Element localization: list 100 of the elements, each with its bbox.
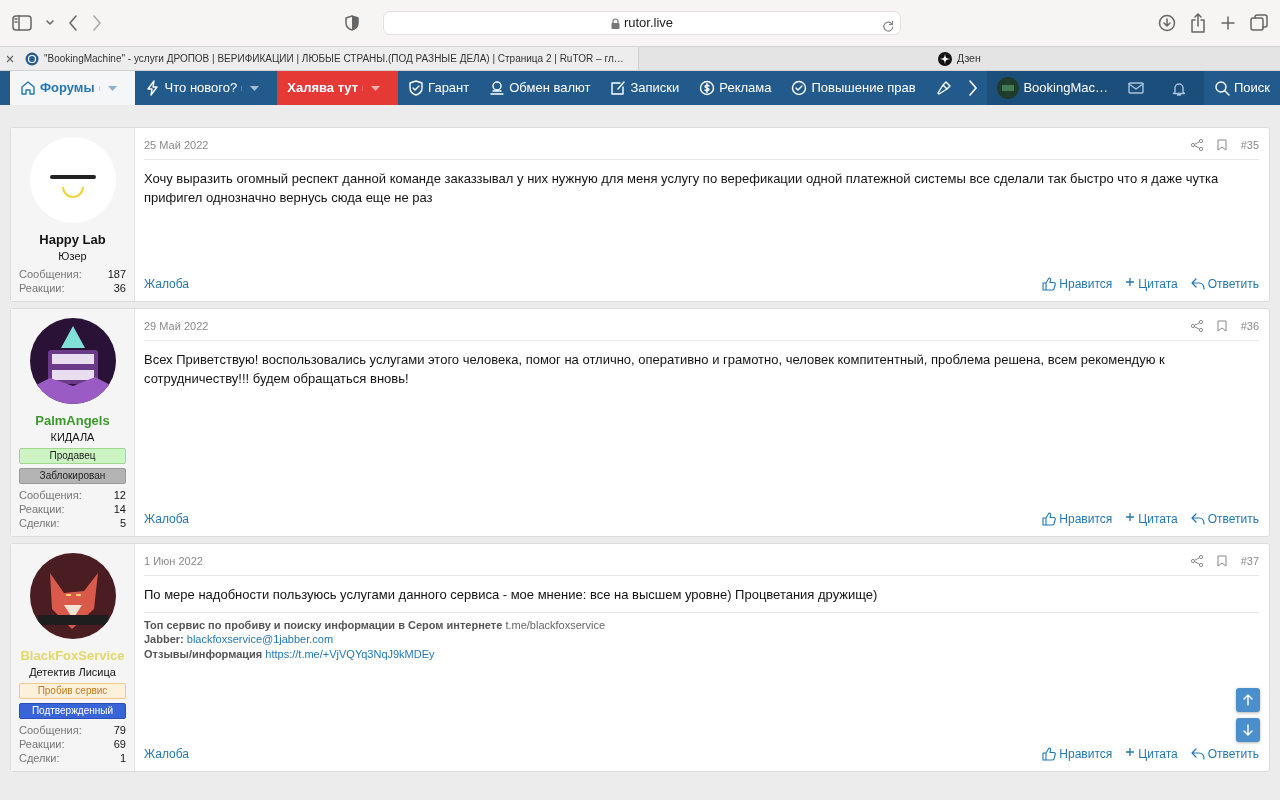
close-icon[interactable] <box>6 54 14 63</box>
reply-icon <box>1190 747 1205 761</box>
bookmark-icon[interactable] <box>1216 555 1227 568</box>
browser-tab[interactable]: "BookingMachine" - услуги ДРОПОВ | ВЕРИФИКАЦИИ | ЛЮБЫЕ СТРАНЫ.(ПОД РАЗНЫЕ ДЕЛА) | Страница 2 | RuTOR – гл… <box>0 47 639 70</box>
bookmark-icon[interactable] <box>1216 139 1227 152</box>
signature-label: Топ сервис по пробиву и поиску информации в Сером интернете <box>144 618 503 631</box>
shield-check-icon <box>408 80 425 96</box>
post-date: 25 Май 2022 <box>144 138 209 153</box>
chevron-right-icon[interactable] <box>967 80 978 96</box>
stat-label: Сообщения: <box>19 723 82 737</box>
report-link[interactable]: Жалоба <box>144 275 189 293</box>
stat-label: Сделки: <box>19 516 60 530</box>
report-link[interactable]: Жалоба <box>144 510 189 528</box>
nav-tab[interactable]: Записки <box>600 71 690 105</box>
post-action[interactable]: Нравится <box>1042 745 1113 763</box>
nav-tab[interactable]: Гарант <box>398 71 480 105</box>
post-action[interactable]: Ответить <box>1190 510 1259 528</box>
signature-label: Jabber: <box>144 633 184 645</box>
nav-tab[interactable]: Форумы <box>10 71 135 105</box>
check-circle-icon <box>791 80 808 96</box>
like-icon <box>1042 512 1057 526</box>
post-action[interactable]: Цитата <box>1125 275 1178 293</box>
nav-tab[interactable]: Обмен валют <box>479 71 601 105</box>
bell-icon[interactable] <box>1171 80 1186 96</box>
tabs-icon[interactable] <box>1250 14 1268 32</box>
post-action[interactable]: Нравится <box>1042 275 1113 293</box>
signature-link[interactable]: blackfoxservice@1jabber.com <box>186 633 334 645</box>
plus-icon[interactable] <box>1220 15 1236 31</box>
post-action[interactable]: Ответить <box>1190 275 1259 293</box>
search-icon <box>1213 80 1230 96</box>
signature-text: t.me/blackfoxservice <box>505 618 606 631</box>
like-icon <box>1042 277 1057 291</box>
post-text: Всех Приветствую! воспользовались услугами этого человека, помог на отлично, оперативно и грамотно, человек компитентный, проблема решена, всем рекомендую к сотрудничеству!!! будем обращаться вновь! <box>144 350 1166 388</box>
post-text: Хочу выразить огомный респект данной команде заказзывал у них нужную для меня услугу по верефикации одной платежной системы все сделали так быстро что я даже чутка прифигел однозначно вернусь сюда еще не раз <box>144 169 1220 207</box>
back-icon[interactable] <box>68 15 78 31</box>
like-icon <box>1042 747 1057 761</box>
signature-label: Отзывы/информация <box>144 647 263 660</box>
arrow-down-icon <box>1243 724 1253 736</box>
search-button[interactable]: Поиск <box>1203 71 1280 105</box>
user-title: Юзер <box>57 249 88 264</box>
mail-icon[interactable] <box>1127 82 1144 94</box>
stat-label: Реакции: <box>19 281 65 295</box>
username[interactable]: Happy Lab <box>19 231 126 249</box>
stat-value: 69 <box>113 737 126 751</box>
stat-value: 36 <box>113 281 126 295</box>
report-link[interactable]: Жалоба <box>144 745 189 763</box>
post-action[interactable]: Цитата <box>1125 510 1178 528</box>
username[interactable]: PalmAngels <box>19 412 126 430</box>
user-banner: Пробив сервис <box>19 683 126 699</box>
post-text: По мере надобности пользуюсь услугами данного сервиса - мое мнение: все на высшем уровне) Процветания дружище) <box>144 585 879 604</box>
scroll-down-button[interactable] <box>1236 718 1260 742</box>
dollar-icon <box>699 80 716 96</box>
reply-icon <box>1190 277 1205 291</box>
avatar-icon <box>997 77 1020 99</box>
chevron-down-icon[interactable] <box>46 20 54 26</box>
star-logo-icon <box>937 51 952 66</box>
stat-label: Сделки: <box>19 751 60 765</box>
stat-value: 5 <box>119 516 126 530</box>
post-action[interactable]: Ответить <box>1190 745 1259 763</box>
scroll-up-button[interactable] <box>1236 688 1260 712</box>
share-icon[interactable] <box>1190 555 1203 568</box>
stat-label: Сообщения: <box>19 267 82 281</box>
edit-icon <box>610 80 627 96</box>
post-action[interactable]: Нравится <box>1042 510 1113 528</box>
post-number[interactable]: #37 <box>1240 553 1259 570</box>
browser-tab[interactable]: Дзен <box>638 47 1280 70</box>
stat-value: 1 <box>119 751 126 765</box>
signature-link[interactable]: https://t.me/+VjVQYq3NqJ9kMDEy <box>265 647 435 660</box>
globe-icon <box>25 51 39 66</box>
share-icon[interactable] <box>1190 139 1203 152</box>
share-icon[interactable] <box>1190 13 1206 33</box>
download-icon[interactable] <box>1158 14 1176 32</box>
user-banner: Подтвержденный <box>19 703 126 719</box>
post-date: 1 Июн 2022 <box>144 554 203 569</box>
post-date: 29 Май 2022 <box>144 319 209 334</box>
nav-tab[interactable]: Реклама <box>689 71 782 105</box>
stat-value: 12 <box>113 488 126 502</box>
post-number[interactable]: #36 <box>1240 318 1259 335</box>
stat-label: Реакции: <box>19 737 65 751</box>
url-text: rutor.live <box>623 14 674 33</box>
stat-value: 14 <box>113 502 126 516</box>
user-menu[interactable]: BookingMac… <box>987 71 1118 105</box>
nav-tab[interactable]: Повышение прав <box>781 71 926 105</box>
lock-icon <box>610 17 620 29</box>
post-action[interactable]: Цитата <box>1125 745 1178 763</box>
reply-icon <box>1190 512 1205 526</box>
stat-value: 79 <box>113 723 126 737</box>
nav-tab[interactable]: Халява тут <box>277 71 399 105</box>
home-icon <box>20 80 36 96</box>
arrow-up-icon <box>1243 694 1253 706</box>
sidebar-icon[interactable] <box>12 15 32 31</box>
bookmark-icon[interactable] <box>1216 320 1227 333</box>
user-title: КИДАЛА <box>49 430 96 445</box>
share-icon[interactable] <box>1190 320 1203 333</box>
address-field[interactable]: rutor.live <box>383 11 901 35</box>
reload-icon[interactable] <box>882 20 894 34</box>
stat-label: Сообщения: <box>19 488 82 502</box>
shield-icon[interactable] <box>345 15 359 31</box>
post-number[interactable]: #35 <box>1240 137 1259 154</box>
nav-tab[interactable]: Что нового? <box>134 71 278 105</box>
